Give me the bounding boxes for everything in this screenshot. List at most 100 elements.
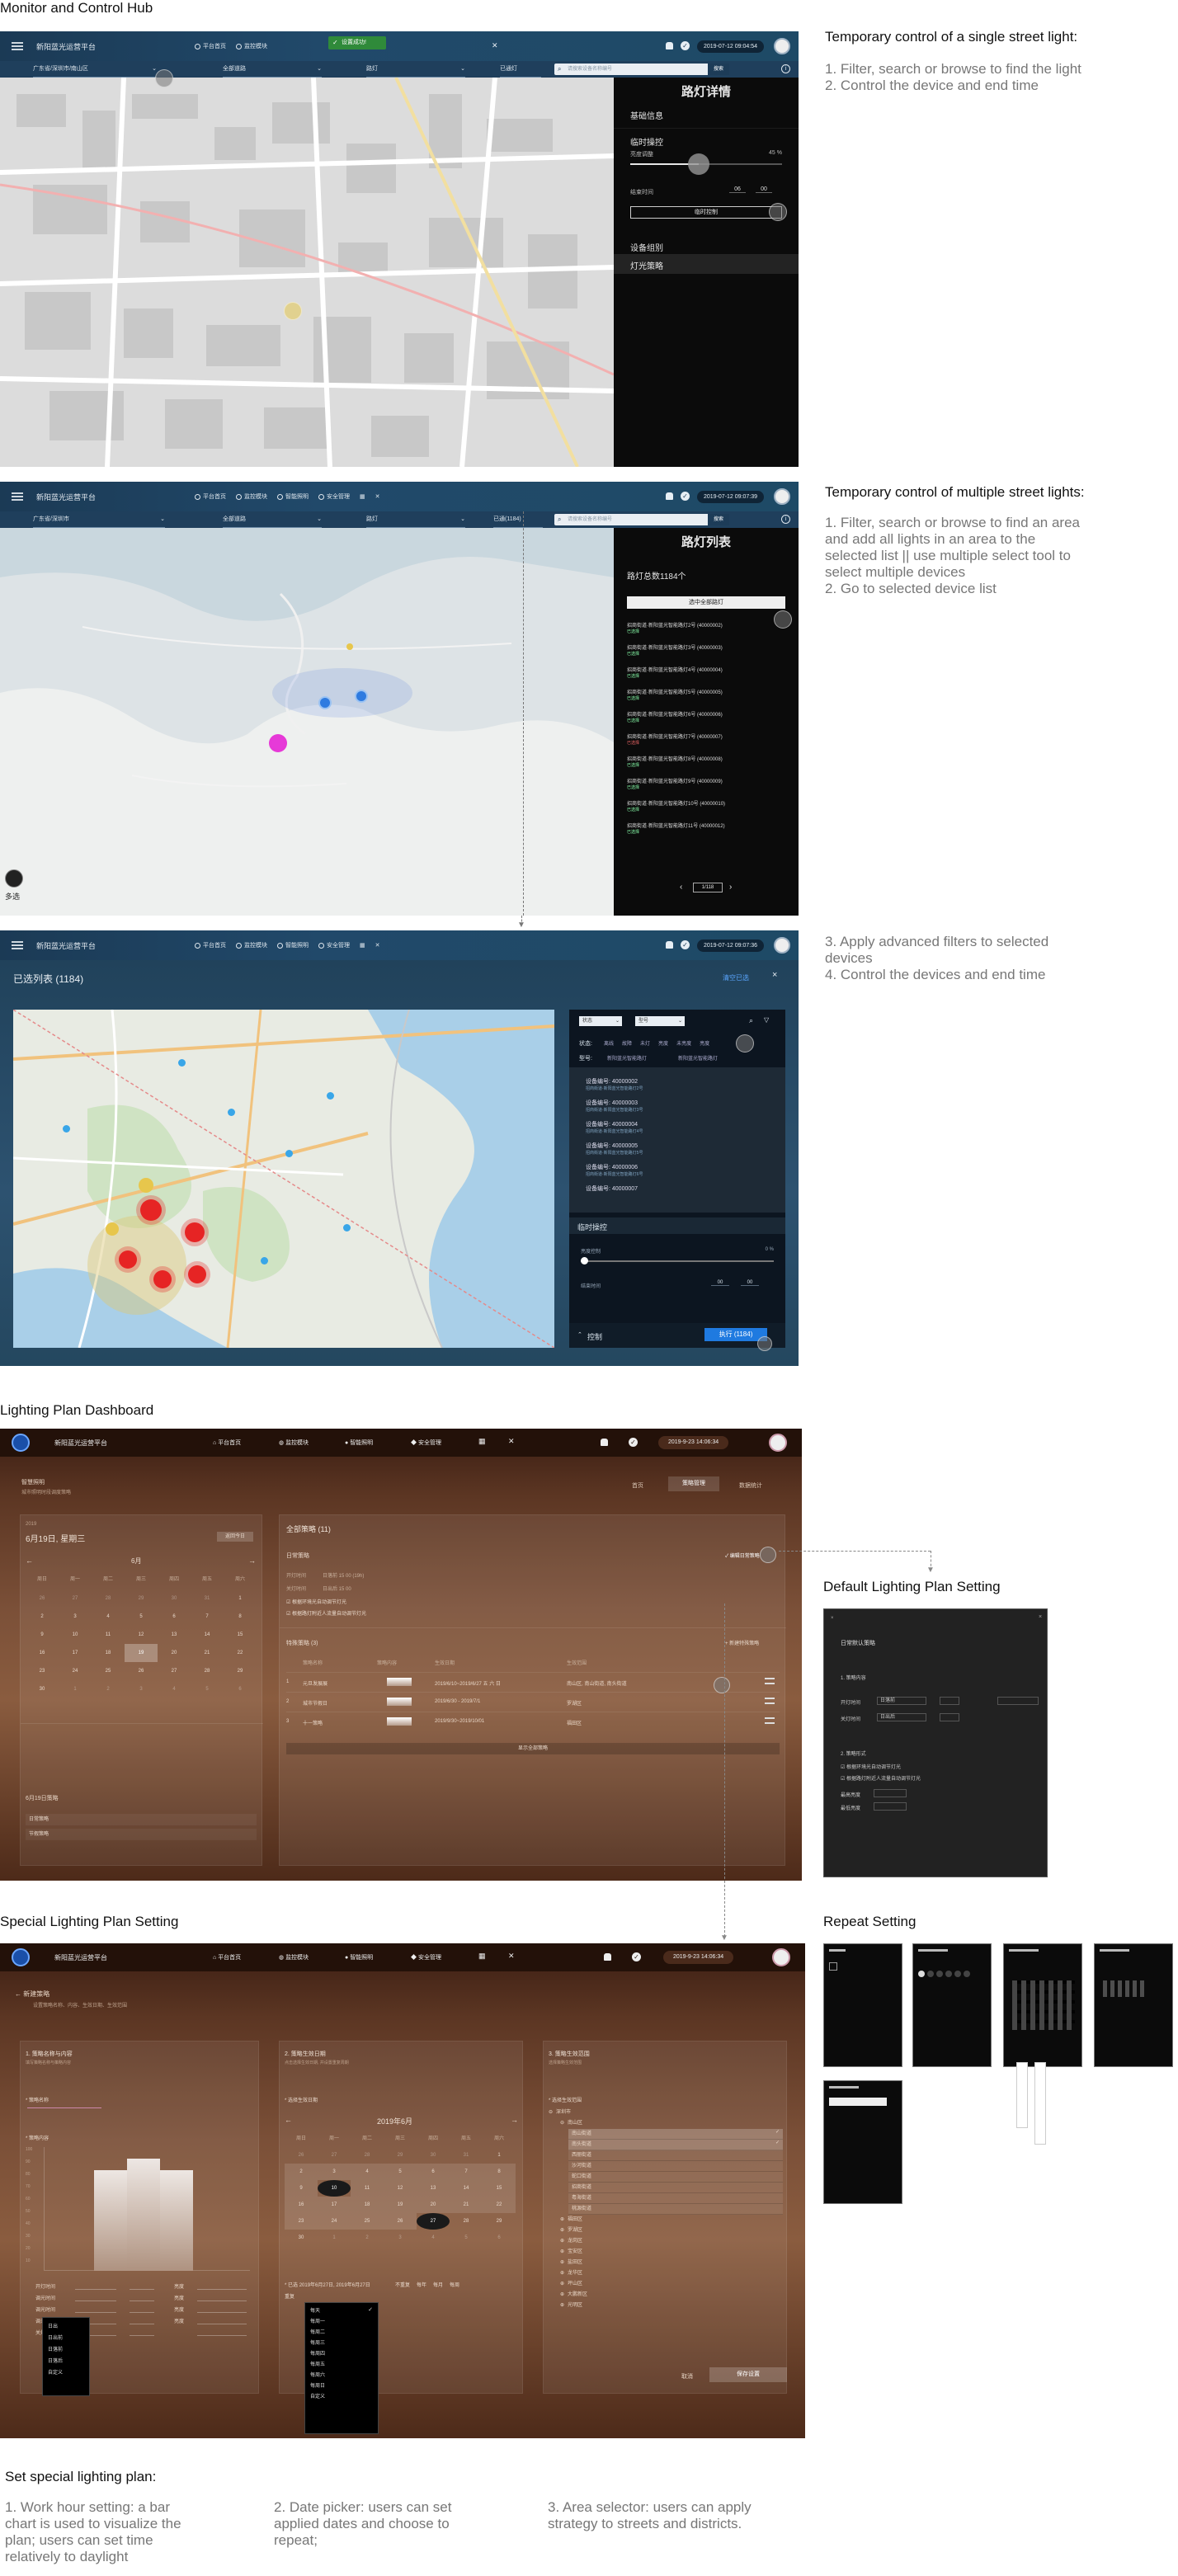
list-item[interactable]: 招商街道·新阳蓝光智能路灯7号 (40000007) 已选择 [614, 730, 799, 752]
nav-lighting[interactable]: ● 智能照明 [345, 1953, 373, 1961]
nav-monitor[interactable]: 监控模块 [236, 941, 267, 949]
map-area[interactable] [0, 78, 614, 467]
table-row[interactable]: 2 城市节假日 2019/6/30 - 2019/7/1 罗湖区 [286, 1692, 780, 1712]
dropdown-option[interactable]: 每周日 [310, 2381, 373, 2392]
auto-ambient-checkbox[interactable]: ☑ 根据环境光自动调节灯光 [286, 1598, 346, 1605]
table-row[interactable]: 3 十一策略 2019/9/30~2019/10/01 福田区 [286, 1712, 780, 1731]
save-button[interactable]: 保存设置 [709, 2367, 787, 2382]
calendar-day[interactable]: 21 [191, 1644, 224, 1662]
light-marker[interactable] [284, 302, 302, 320]
calendar-day[interactable]: 8 [483, 2164, 516, 2180]
nav-lighting[interactable]: 智能照明 [277, 492, 309, 501]
calendar-day[interactable]: 26 [285, 2147, 318, 2164]
tools-icon[interactable]: ✕ [375, 493, 380, 500]
cancel-button[interactable]: 取消 [681, 2372, 693, 2381]
nav-monitor[interactable]: ◍ 监控模块 [279, 1953, 309, 1961]
calendar-day[interactable]: 9 [285, 2180, 318, 2197]
end-hour[interactable]: 06 [729, 186, 746, 193]
brightness-input[interactable] [197, 2305, 247, 2313]
expand-icon[interactable]: ⊕ [560, 2249, 564, 2254]
dropdown-option[interactable]: 每周三 [310, 2338, 373, 2349]
calendar-day[interactable]: 27 [158, 1662, 191, 1680]
bell-icon[interactable] [604, 1953, 611, 1961]
expand-icon[interactable]: ⊕ [560, 2292, 564, 2297]
calendar-day[interactable]: 4 [92, 1608, 125, 1626]
dropdown-option[interactable]: 每周六 [310, 2371, 373, 2381]
repeat-option[interactable]: 每月 [433, 2281, 443, 2288]
tab-stats[interactable]: 数据统计 [739, 1481, 762, 1490]
calendar-day[interactable]: 6 [224, 1680, 257, 1698]
list-item[interactable]: 招商街道·新阳蓝光智能路灯9号 (40000009) 已选择 [614, 775, 799, 797]
dropdown-option[interactable]: 日落后 [48, 2356, 84, 2367]
calendar-day[interactable]: 19 [384, 2197, 417, 2213]
tools-icon[interactable]: ✕ [492, 41, 498, 50]
calendar-day[interactable]: 13 [417, 2180, 450, 2197]
type-filter[interactable]: 路灯 ⌄ [366, 61, 465, 78]
tree-item[interactable]: ⊕ 罗湖区 [549, 2225, 783, 2236]
expand-icon[interactable]: ⊕ [560, 2217, 564, 2222]
avatar[interactable] [774, 38, 790, 54]
slider-handle[interactable] [687, 153, 709, 175]
tools-icon[interactable]: ✕ [375, 942, 380, 949]
calendar-day[interactable]: 18 [351, 2197, 384, 2213]
calendar-day[interactable]: 27 [417, 2213, 450, 2230]
expand-icon[interactable]: ⊖ [549, 2110, 553, 2115]
calendar-day[interactable]: 10 [59, 1626, 92, 1644]
status-option[interactable]: 故障 [622, 1039, 632, 1047]
calendar-day[interactable]: 12 [125, 1626, 158, 1644]
calendar-day[interactable]: 16 [26, 1644, 59, 1662]
tree-item[interactable]: ⊕ 福田区 [549, 2215, 783, 2225]
list-item[interactable]: 招商街道·新阳蓝光智能路灯5号 (40000005) 已选择 [614, 685, 799, 708]
calendar-day[interactable]: 31 [191, 1589, 224, 1608]
nav-security[interactable]: ◆ 安全管理 [411, 1953, 441, 1961]
calendar-day[interactable]: 1 [59, 1680, 92, 1698]
dropdown-option[interactable]: 自定义 [48, 2367, 84, 2379]
device-marker[interactable] [140, 1199, 162, 1221]
calendar-day[interactable]: 22 [224, 1644, 257, 1662]
calendar-day[interactable]: 1 [224, 1589, 257, 1608]
calendar-day[interactable]: 30 [285, 2230, 318, 2246]
calendar-day[interactable]: 29 [483, 2213, 516, 2230]
min-brightness-input[interactable] [874, 1802, 907, 1811]
search-button[interactable]: 搜索 [708, 64, 729, 75]
calendar-day[interactable]: 3 [125, 1680, 158, 1698]
end-hour[interactable]: 00 [711, 1280, 729, 1286]
end-minute[interactable]: 00 [756, 186, 772, 193]
poi-marker[interactable] [285, 1150, 293, 1157]
time-select[interactable] [75, 2294, 116, 2301]
on-minute-input[interactable] [997, 1697, 1039, 1705]
type-filter[interactable]: 路灯 ⌄ [366, 511, 465, 528]
calendar-day[interactable]: 17 [318, 2197, 351, 2213]
calendar-day[interactable]: 26 [384, 2213, 417, 2230]
calendar-day[interactable]: 4 [351, 2164, 384, 2180]
calendar-day[interactable]: 7 [191, 1608, 224, 1626]
status-filter[interactable]: 已通灯 [500, 61, 541, 78]
calendar-day[interactable]: 10 [318, 2180, 351, 2197]
calendar-day[interactable]: 2 [351, 2230, 384, 2246]
repeat-option[interactable]: 每年 [417, 2281, 426, 2288]
info-icon[interactable]: i [781, 64, 790, 73]
tree-item[interactable]: 粤海街道 [568, 2193, 783, 2204]
selected-marker[interactable] [269, 734, 287, 752]
nav-home[interactable]: ⌂ 平台首页 [213, 1439, 241, 1447]
calendar-day[interactable]: 23 [285, 2213, 318, 2230]
name-input[interactable] [27, 2107, 101, 2108]
calendar-day[interactable]: 2 [26, 1608, 59, 1626]
back-link[interactable]: ← 新建策略 [15, 1990, 49, 1999]
cluster-marker[interactable] [106, 1222, 119, 1236]
tree-item[interactable]: 南头街道 ✓ [568, 2140, 783, 2150]
calendar-day[interactable]: 6 [417, 2164, 450, 2180]
status-filter[interactable]: 已通(1184) [493, 511, 543, 528]
street-filter[interactable]: 全部道路 ⌄ [223, 61, 322, 78]
device-marker[interactable] [185, 1222, 205, 1242]
calendar-day[interactable]: 16 [285, 2197, 318, 2213]
calendar-day[interactable]: 28 [191, 1662, 224, 1680]
dropdown-option[interactable]: 每周五 [310, 2360, 373, 2371]
cluster-marker[interactable] [318, 696, 332, 709]
show-all-button[interactable]: 显示全部策略 [286, 1743, 780, 1754]
bell-icon[interactable] [666, 492, 673, 500]
expand-icon[interactable]: ⊕ [560, 2271, 564, 2276]
calendar-day[interactable]: 30 [158, 1589, 191, 1608]
calendar-day[interactable]: 4 [417, 2230, 450, 2246]
calendar-day[interactable]: 3 [318, 2164, 351, 2180]
